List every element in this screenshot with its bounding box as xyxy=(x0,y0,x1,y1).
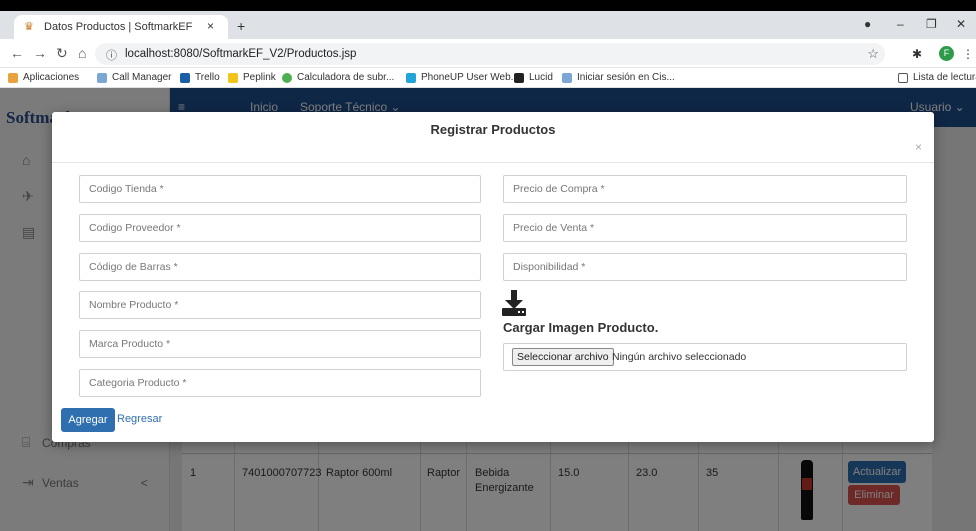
categoria-producto-input[interactable] xyxy=(79,369,481,397)
file-status: Ningún archivo seleccionado xyxy=(612,351,747,363)
calculator-icon xyxy=(282,72,292,83)
precio-venta-input[interactable] xyxy=(503,214,907,242)
bookmark-lucid[interactable]: Lucid xyxy=(514,72,553,83)
peplink-icon xyxy=(228,72,238,83)
forward-arrow-icon[interactable]: → xyxy=(33,45,47,61)
url-text[interactable]: localhost:8080/SoftmarkEF_V2/Productos.j… xyxy=(125,48,356,60)
upload-title: Cargar Imagen Producto. xyxy=(503,320,659,335)
modal-close-icon[interactable]: × xyxy=(915,140,922,154)
cisco-icon xyxy=(562,72,572,83)
codigo-barras-input[interactable] xyxy=(79,253,481,281)
disponibilidad-input[interactable] xyxy=(503,253,907,281)
back-arrow-icon[interactable]: ← xyxy=(10,45,24,61)
bookmark-call-manager[interactable]: Call Manager xyxy=(97,72,171,83)
window-close-icon[interactable]: ✕ xyxy=(956,17,966,31)
extensions-icon[interactable]: ✱ xyxy=(912,47,922,61)
profile-record-icon[interactable]: ● xyxy=(864,17,871,31)
reading-list[interactable]: Lista de lectura xyxy=(898,72,976,83)
tab-close-icon[interactable]: × xyxy=(207,19,214,33)
restore-icon[interactable]: ❐ xyxy=(926,17,937,31)
new-tab-icon[interactable]: + xyxy=(237,18,245,34)
bookmark-aplicaciones[interactable]: Aplicaciones xyxy=(8,72,79,83)
browser-tab-bar: ♛ Datos Productos | SoftmarkEF × + ● – ❐… xyxy=(0,11,976,39)
codigo-proveedor-input[interactable] xyxy=(79,214,481,242)
codigo-tienda-input[interactable] xyxy=(79,175,481,203)
bookmark-phoneup[interactable]: PhoneUP User Web... xyxy=(406,72,519,83)
bookmark-trello[interactable]: Trello xyxy=(180,72,220,83)
file-input[interactable]: Seleccionar archivo Ningún archivo selec… xyxy=(503,343,907,371)
browser-tab[interactable]: ♛ Datos Productos | SoftmarkEF × xyxy=(14,15,228,39)
marca-producto-input[interactable] xyxy=(79,330,481,358)
tab-title: Datos Productos | SoftmarkEF xyxy=(44,21,193,33)
precio-compra-input[interactable] xyxy=(503,175,907,203)
register-products-modal: Registrar Productos × Cargar Imagen Prod… xyxy=(52,112,934,442)
profile-avatar[interactable]: F xyxy=(939,46,954,61)
window-top-strip xyxy=(0,0,976,11)
bookmark-peplink[interactable]: Peplink xyxy=(228,72,276,83)
phoneup-icon xyxy=(406,72,416,83)
modal-divider xyxy=(52,162,934,163)
url-field[interactable]: ⓘ localhost:8080/SoftmarkEF_V2/Productos… xyxy=(95,43,885,65)
download-icon xyxy=(502,290,526,316)
choose-file-button[interactable]: Seleccionar archivo xyxy=(512,348,614,366)
apps-grid-icon xyxy=(8,72,18,83)
reading-list-icon xyxy=(898,72,908,83)
tab-favicon-icon: ♛ xyxy=(24,21,34,33)
back-link[interactable]: Regresar xyxy=(117,413,162,425)
trello-icon xyxy=(180,72,190,83)
minimize-icon[interactable]: – xyxy=(897,17,904,31)
home-icon[interactable]: ⌂ xyxy=(78,45,86,61)
bookmark-iniciar-sesion[interactable]: Iniciar sesión en Cis... xyxy=(562,72,675,83)
nombre-producto-input[interactable] xyxy=(79,291,481,319)
lucid-icon xyxy=(514,72,524,83)
cisco-icon xyxy=(97,72,107,83)
bookmarks-bar: Aplicaciones Call Manager Trello Peplink… xyxy=(0,68,976,88)
bookmark-star-icon[interactable]: ☆ xyxy=(867,46,879,62)
browser-menu-icon[interactable]: ⋮ xyxy=(962,47,974,61)
modal-title: Registrar Productos xyxy=(430,122,556,137)
address-bar-row: ← → ↻ ⌂ ⓘ localhost:8080/SoftmarkEF_V2/P… xyxy=(0,39,976,68)
site-info-icon[interactable]: ⓘ xyxy=(106,47,117,63)
reload-icon[interactable]: ↻ xyxy=(56,45,68,62)
bookmark-calculadora[interactable]: Calculadora de subr... xyxy=(282,72,394,83)
add-button[interactable]: Agregar xyxy=(61,408,115,432)
